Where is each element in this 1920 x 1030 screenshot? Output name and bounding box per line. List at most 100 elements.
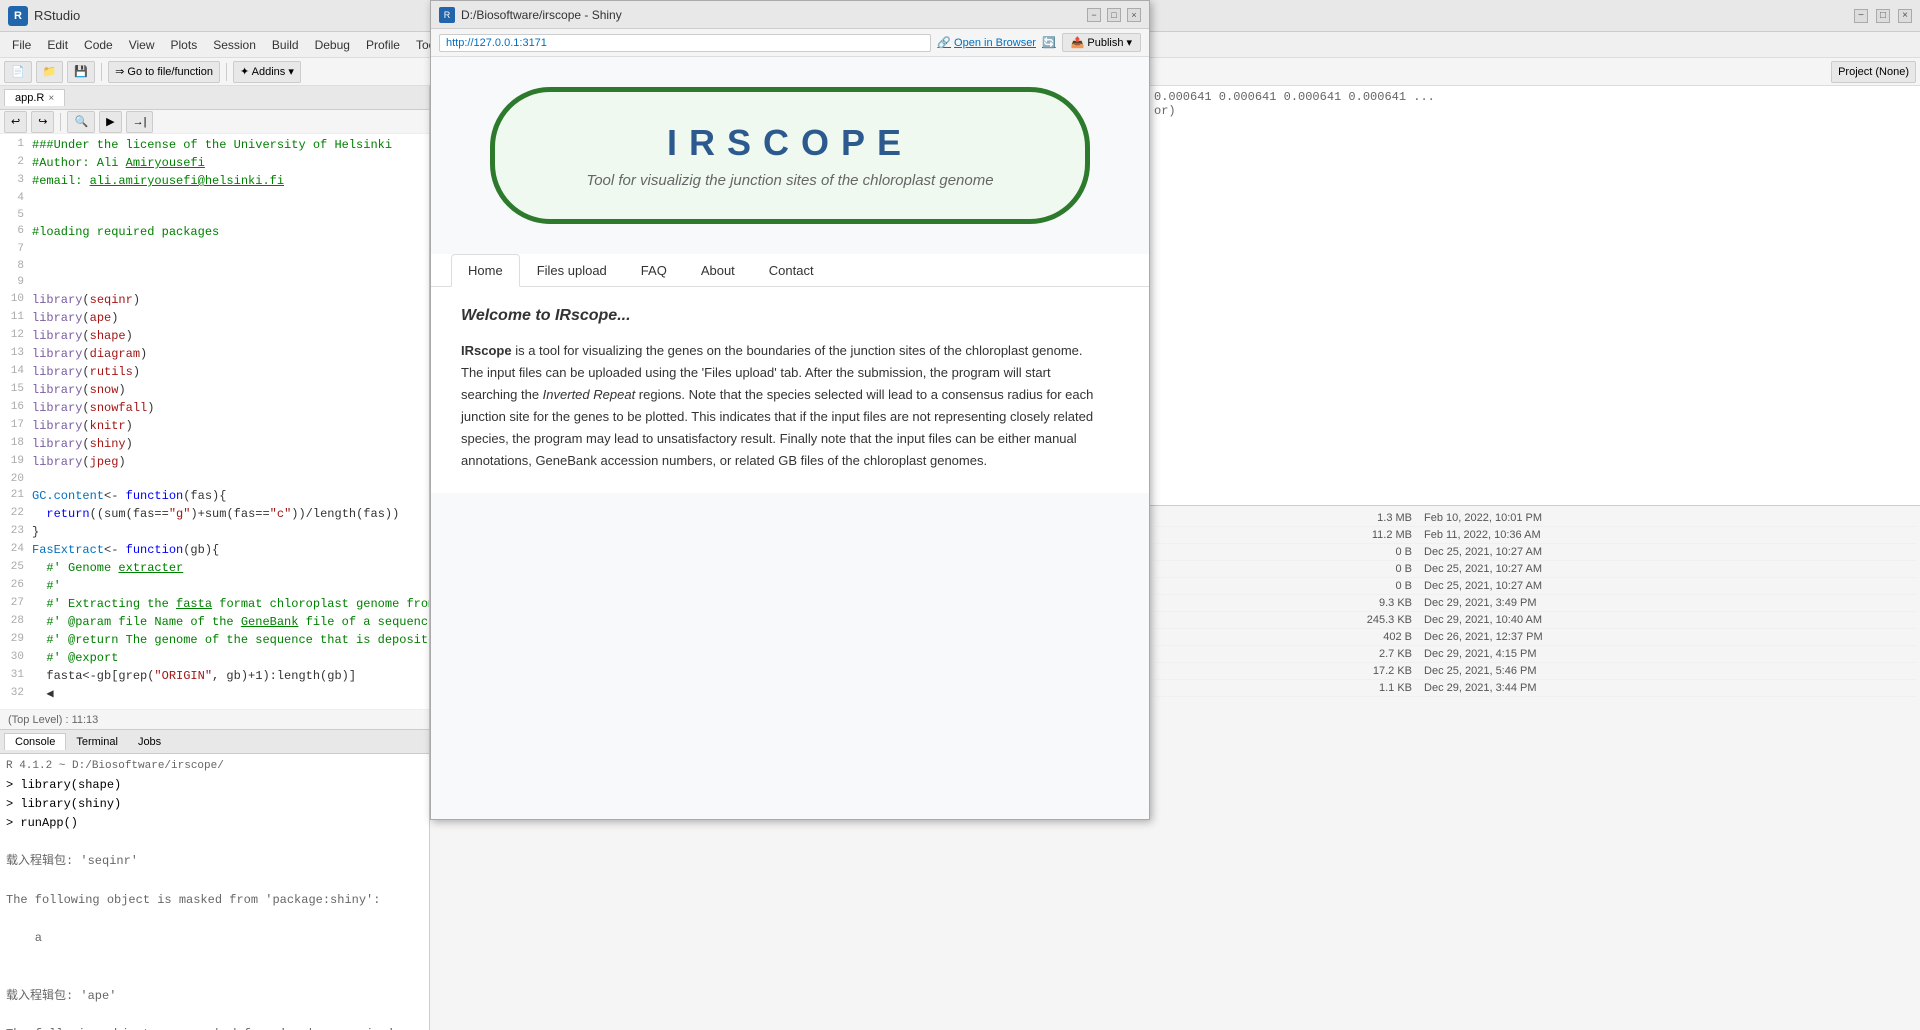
irscope-title: IRSCOPE <box>575 122 1005 164</box>
redo-button[interactable]: ↪ <box>31 111 54 133</box>
menu-code[interactable]: Code <box>76 36 121 54</box>
new-icon: 📄 <box>11 65 25 78</box>
cursor-position: (Top Level) : 11:13 <box>8 714 98 726</box>
addins-button[interactable]: ✦ Addins ▾ <box>233 61 301 83</box>
irscope-body: Welcome to IRscope... IRscope is a tool … <box>431 287 1149 493</box>
code-line-13: 13 library(diagram) <box>0 345 429 363</box>
file-list-panel: 1.3 MB Feb 10, 2022, 10:01 PM 11.2 MB Fe… <box>1150 506 1920 1030</box>
editor-tab-appr[interactable]: app.R × <box>4 89 65 106</box>
irscope-nav: Home Files upload FAQ About Contact <box>431 254 1149 287</box>
menu-debug[interactable]: Debug <box>307 36 358 54</box>
code-line-21: 21 GC.content<- function(fas){ <box>0 487 429 505</box>
code-line-8: 8 <box>0 258 429 275</box>
menu-file[interactable]: File <box>4 36 39 54</box>
source-button[interactable]: →| <box>126 111 154 133</box>
code-line-11: 11 library(ape) <box>0 309 429 327</box>
console-tab[interactable]: Console <box>4 733 66 750</box>
code-line-18: 18 library(shiny) <box>0 435 429 453</box>
menu-profile[interactable]: Profile <box>358 36 408 54</box>
console-blank-3 <box>6 910 423 929</box>
welcome-title: Welcome to IRscope... <box>461 307 1119 325</box>
left-panel: app.R × ↩ ↪ 🔍 ▶ →| 1 ###Under the licens… <box>0 86 430 1030</box>
table-row: 17.2 KB Dec 25, 2021, 5:46 PM <box>1154 663 1916 680</box>
go-to-file-button[interactable]: ⇒ Go to file/function <box>108 61 220 83</box>
console-blank-5 <box>6 967 423 986</box>
undo-button[interactable]: ↩ <box>4 111 27 133</box>
editor-sep-1 <box>60 113 61 131</box>
code-line-6: 6 #loading required packages <box>0 223 429 241</box>
editor-tab-bar: app.R × <box>0 86 429 110</box>
main-area: app.R × ↩ ↪ 🔍 ▶ →| 1 ###Under the licens… <box>0 86 1920 1030</box>
code-line-32: 32 ◀ <box>0 685 429 703</box>
project-button[interactable]: Project (None) <box>1831 61 1916 83</box>
menu-plots[interactable]: Plots <box>163 36 206 54</box>
tab-label: app.R <box>15 92 44 104</box>
code-line-26: 26 #' <box>0 577 429 595</box>
nav-tab-home[interactable]: Home <box>451 254 520 287</box>
nav-tab-about[interactable]: About <box>684 254 752 287</box>
console-line-2: > library(shiny) <box>6 795 423 814</box>
console-directory: R 4.1.2 ~ D:/Biosoftware/irscope/ <box>6 758 423 776</box>
code-line-10: 10 library(seqinr) <box>0 291 429 309</box>
editor-toolbar: ↩ ↪ 🔍 ▶ →| <box>0 110 429 134</box>
minimize-button[interactable]: − <box>1854 9 1868 23</box>
code-line-15: 15 library(snow) <box>0 381 429 399</box>
code-line-12: 12 library(shape) <box>0 327 429 345</box>
rstudio-window: R RStudio − □ × File Edit Code View Plot… <box>0 0 1920 1030</box>
console-line-3: > runApp() <box>6 814 423 833</box>
nav-tab-contact[interactable]: Contact <box>752 254 831 287</box>
close-button[interactable]: × <box>1898 9 1912 23</box>
menu-session[interactable]: Session <box>205 36 264 54</box>
console-info-2: The following object is masked from 'pac… <box>6 891 423 910</box>
console-blank-1 <box>6 833 423 852</box>
right-console-output: 0.000641 0.000641 0.000641 0.000641 ... … <box>1150 86 1920 506</box>
code-line-7: 7 <box>0 241 429 258</box>
code-line-30: 30 #' @export <box>0 649 429 667</box>
nav-tab-faq[interactable]: FAQ <box>624 254 684 287</box>
open-button[interactable]: 📁 <box>36 61 64 83</box>
console-info-4: 载入程辑包: 'ape' <box>6 987 423 1006</box>
code-line-22: 22 return((sum(fas=="g")+sum(fas=="c"))/… <box>0 505 429 523</box>
console-info-5: The following objects are masked from 'p… <box>6 1025 423 1030</box>
menu-edit[interactable]: Edit <box>39 36 76 54</box>
console-info-1: 载入程辑包: 'seqinr' <box>6 852 423 871</box>
console-line-1: > library(shape) <box>6 776 423 795</box>
save-button[interactable]: 💾 <box>67 61 95 83</box>
code-line-19: 19 library(jpeg) <box>0 453 429 471</box>
window-controls: − □ × <box>1854 9 1912 23</box>
console-tab-bar: Console Terminal Jobs <box>0 730 429 754</box>
code-line-9: 9 <box>0 274 429 291</box>
code-line-5: 5 <box>0 207 429 224</box>
close-tab-icon[interactable]: × <box>48 93 54 104</box>
table-row: 11.2 MB Feb 11, 2022, 10:36 AM <box>1154 527 1916 544</box>
console-blank-4 <box>6 948 423 967</box>
shiny-app-window: R D:/Biosoftware/irscope - Shiny − □ × h… <box>430 86 1150 820</box>
code-line-4: 4 <box>0 190 429 207</box>
find-button[interactable]: 🔍 <box>67 111 95 133</box>
menu-view[interactable]: View <box>121 36 163 54</box>
separator-2 <box>226 63 227 81</box>
console-blank-6 <box>6 1006 423 1025</box>
table-row: 1.1 KB Dec 29, 2021, 3:44 PM <box>1154 680 1916 697</box>
console-blank-2 <box>6 872 423 891</box>
code-line-29: 29 #' @return The genome of the sequence… <box>0 631 429 649</box>
irscope-header: IRSCOPE Tool for visualizig the junction… <box>431 86 1149 254</box>
jobs-tab[interactable]: Jobs <box>128 734 171 750</box>
table-row: 2.7 KB Dec 29, 2021, 4:15 PM <box>1154 646 1916 663</box>
right-output-line-2: or) <box>1154 104 1916 118</box>
new-file-button[interactable]: 📄 <box>4 61 32 83</box>
run-button[interactable]: ▶ <box>99 111 121 133</box>
code-line-24: 24 FasExtract<- function(gb){ <box>0 541 429 559</box>
console-content[interactable]: R 4.1.2 ~ D:/Biosoftware/irscope/ > libr… <box>0 754 429 1030</box>
code-line-3: 3 #email: ali.amiryousefi@helsinki.fi <box>0 172 429 190</box>
code-line-27: 27 #' Extracting the fasta format chloro… <box>0 595 429 613</box>
code-line-14: 14 library(rutils) <box>0 363 429 381</box>
code-line-23: 23 } <box>0 523 429 541</box>
terminal-tab[interactable]: Terminal <box>66 734 128 750</box>
maximize-button[interactable]: □ <box>1876 9 1890 23</box>
menu-build[interactable]: Build <box>264 36 307 54</box>
irscope-subtitle: Tool for visualizig the junction sites o… <box>575 172 1005 189</box>
table-row: 9.3 KB Dec 29, 2021, 3:49 PM <box>1154 595 1916 612</box>
code-editor[interactable]: 1 ###Under the license of the University… <box>0 134 429 709</box>
nav-tab-files-upload[interactable]: Files upload <box>520 254 624 287</box>
